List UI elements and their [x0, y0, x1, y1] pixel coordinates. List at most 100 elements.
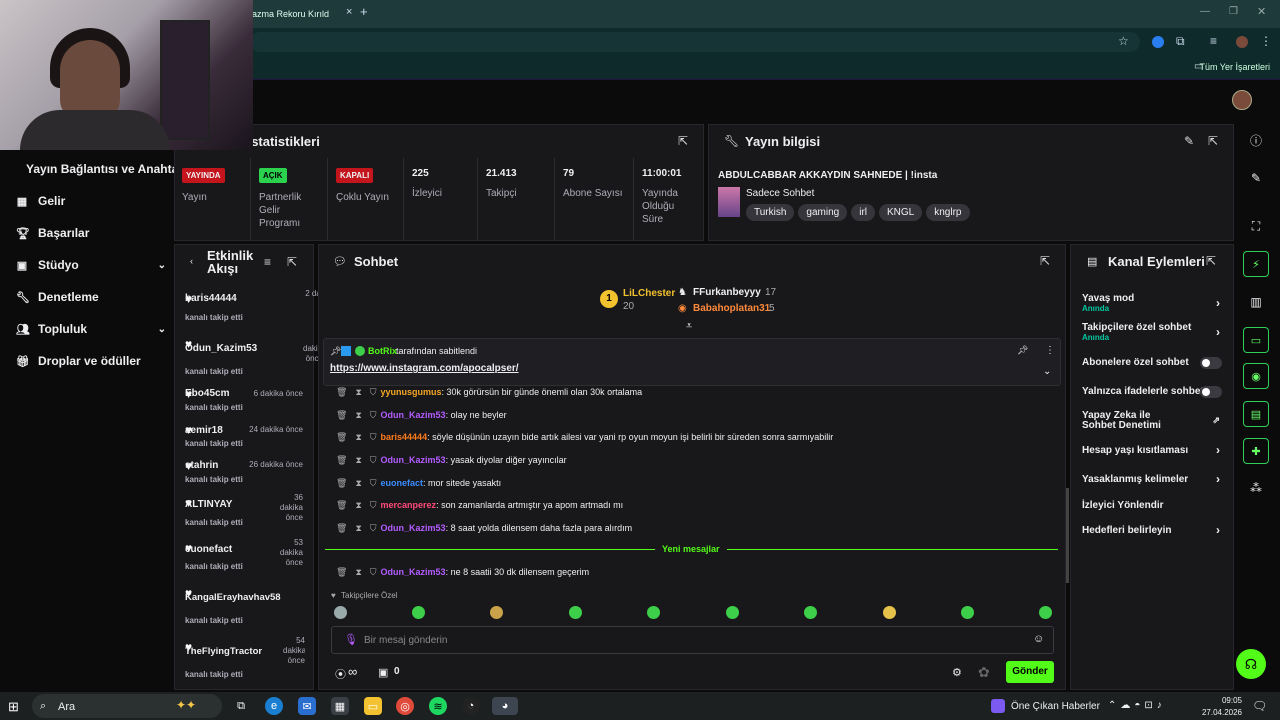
sidebar-title[interactable]: Yayın Bağlantısı ve Anahtarı — [26, 162, 186, 176]
rail-chat[interactable]: ▭ — [1238, 322, 1274, 358]
star-icon[interactable]: ☆ — [1118, 34, 1129, 48]
scrollbar[interactable] — [1066, 488, 1069, 583]
category-name[interactable]: Sadece Sohbet — [746, 188, 814, 199]
popout-icon[interactable]: ⇱ — [678, 134, 688, 148]
emote[interactable] — [490, 606, 503, 619]
action-ai-moderation[interactable]: Yapay Zeka ile Sohbet Denetimi ⇗ — [1082, 411, 1222, 435]
popout-icon[interactable]: ⇱ — [1208, 134, 1218, 148]
emote[interactable] — [647, 606, 660, 619]
outlook-icon[interactable]: ✉ — [298, 697, 316, 715]
puzzle-icon[interactable]: ⧉ — [1176, 34, 1185, 49]
rail-wrench[interactable]: ✚ — [1238, 433, 1274, 469]
delete-icon[interactable]: 🗑︎ — [336, 387, 347, 397]
close-window-icon[interactable]: ✕ — [1257, 5, 1266, 18]
extension-icon[interactable] — [1152, 36, 1164, 48]
tag[interactable]: KNGL — [879, 204, 923, 221]
delete-icon[interactable]: 🗑︎ — [336, 523, 347, 533]
activity-user[interactable]: TheFlyingTractor — [185, 646, 267, 657]
chat-username[interactable]: baris44444 — [381, 432, 428, 442]
fullscreen-icon[interactable]: ⛶ — [1238, 208, 1274, 244]
spotify-icon[interactable]: ≋ — [429, 697, 447, 715]
delete-icon[interactable]: 🗑︎ — [336, 455, 347, 465]
clock-date[interactable]: 27.04.2026 — [1196, 708, 1242, 717]
avatar[interactable] — [1232, 90, 1252, 110]
chevron-down-icon[interactable]: ⌄ — [1043, 366, 1051, 377]
activity-user[interactable]: baris44444 — [185, 293, 305, 304]
timeout-icon[interactable]: ⧗ — [355, 432, 361, 442]
delete-icon[interactable]: 🗑︎ — [336, 500, 347, 510]
action-account-age[interactable]: Hesap yaşı kısıtlaması › — [1082, 443, 1222, 459]
timeout-icon[interactable]: ⧗ — [355, 410, 361, 420]
news-label[interactable]: Öne Çıkan Haberler — [1011, 701, 1100, 712]
edit-icon[interactable]: ✎ — [1184, 134, 1194, 148]
edge-icon[interactable]: e — [265, 697, 283, 715]
chat-username[interactable]: mercanperez — [381, 500, 437, 510]
emote[interactable] — [412, 606, 425, 619]
delete-icon[interactable]: 🗑︎ — [336, 432, 347, 442]
sidebar-item-gelir[interactable]: ▦ Gelir — [16, 194, 166, 208]
sidebar-item-studyo[interactable]: ▣ Stüdyo ⌄ — [16, 258, 166, 272]
sidebar-item-denetleme[interactable]: 🔧︎ Denetleme — [16, 290, 166, 304]
delete-icon[interactable]: 🗑︎ — [336, 478, 347, 488]
leader-first-name[interactable]: LiLChester — [623, 288, 675, 299]
emote[interactable] — [961, 606, 974, 619]
toggle-switch[interactable] — [1200, 386, 1222, 398]
popout-icon[interactable]: ⇱ — [1206, 254, 1216, 268]
emote[interactable] — [1039, 606, 1052, 619]
clock-time[interactable]: 09:05 — [1204, 696, 1242, 705]
sidebar-item-topluluk[interactable]: 👥︎ Topluluk ⌄ — [16, 322, 166, 336]
support-icon[interactable]: ☊ — [1236, 649, 1266, 679]
browser-tab[interactable]: azma Rekoru Kırıld — [248, 4, 340, 24]
chat-username[interactable]: yyunusgumus — [381, 387, 442, 397]
info-icon[interactable]: ⓘ — [1238, 122, 1274, 158]
toggle-switch[interactable] — [1200, 357, 1222, 369]
sidebar-item-droplar[interactable]: 🎁︎ Droplar ve ödüller — [16, 354, 166, 368]
filter-icon[interactable]: ≡ — [264, 255, 271, 269]
new-messages-divider[interactable]: Yeni mesajlar — [662, 544, 720, 554]
tag[interactable]: gaming — [798, 204, 848, 221]
send-button[interactable]: Gönder — [1006, 661, 1054, 683]
rail-bolt[interactable]: ⚡︎ — [1238, 246, 1274, 282]
new-tab-button[interactable]: + — [360, 4, 368, 19]
sidebar-item-basarilar[interactable]: 🏆︎ Başarılar — [16, 226, 166, 240]
profile-icon[interactable] — [1236, 36, 1248, 48]
discord-icon[interactable]: ◕ — [492, 697, 518, 715]
emote[interactable] — [883, 606, 896, 619]
explorer-icon[interactable]: ▭ — [364, 697, 382, 715]
task-view-icon[interactable]: ⧉ — [232, 697, 250, 715]
action-subscribers-only[interactable]: Abonelere özel sohbet — [1082, 357, 1222, 371]
emote[interactable] — [334, 606, 347, 619]
address-bar[interactable] — [250, 32, 1140, 52]
obs-icon[interactable]: ◔ — [462, 697, 480, 715]
more-icon[interactable]: ⋮ — [1045, 345, 1055, 356]
action-raid[interactable]: İzleyici Yönlendir — [1082, 500, 1222, 514]
emote[interactable] — [569, 606, 582, 619]
timeout-icon[interactable]: ⧗ — [355, 455, 361, 465]
timeout-icon[interactable]: ⧗ — [355, 500, 361, 510]
rail-layout[interactable]: ▤ — [1238, 396, 1274, 432]
minimize-icon[interactable]: — — [1200, 6, 1210, 17]
store-icon[interactable]: ▦ — [331, 697, 349, 715]
chat-username[interactable]: Odun_Kazim53 — [381, 455, 446, 465]
action-slow-mode[interactable]: Yavaş mod Anında › — [1082, 293, 1222, 317]
popout-icon[interactable]: ⇱ — [1040, 254, 1050, 268]
edit-icon[interactable]: ✎ — [1238, 160, 1274, 196]
notification-icon[interactable]: 🗨︎ — [1252, 699, 1267, 713]
emote[interactable] — [726, 606, 739, 619]
store-icon[interactable]: ▣ — [378, 666, 388, 679]
activity-user[interactable]: KangalErayhavhav58 — [185, 592, 285, 603]
document-icon[interactable]: ▥ — [1238, 284, 1274, 320]
action-banned-words[interactable]: Yasaklanmış kelimeler › — [1082, 472, 1222, 488]
timeout-icon[interactable]: ⧗ — [355, 567, 361, 577]
tag[interactable]: Turkish — [746, 204, 795, 221]
popout-icon[interactable]: ⇱ — [287, 255, 297, 269]
points-icon[interactable]: ⁂ — [1238, 470, 1274, 506]
all-bookmarks[interactable]: Tüm Yer İşaretleri — [1199, 62, 1270, 72]
timeout-icon[interactable]: ⧗ — [355, 478, 361, 488]
chat-username[interactable]: Odun_Kazim53 — [381, 410, 446, 420]
expand-icon[interactable]: ⩡ — [686, 320, 692, 333]
emote-settings-icon[interactable]: ✿ — [978, 664, 990, 681]
windows-icon[interactable]: ⊞ — [8, 699, 19, 715]
maximize-icon[interactable]: ❐ — [1229, 6, 1238, 17]
points-icon[interactable]: ⦿ — [335, 666, 346, 682]
